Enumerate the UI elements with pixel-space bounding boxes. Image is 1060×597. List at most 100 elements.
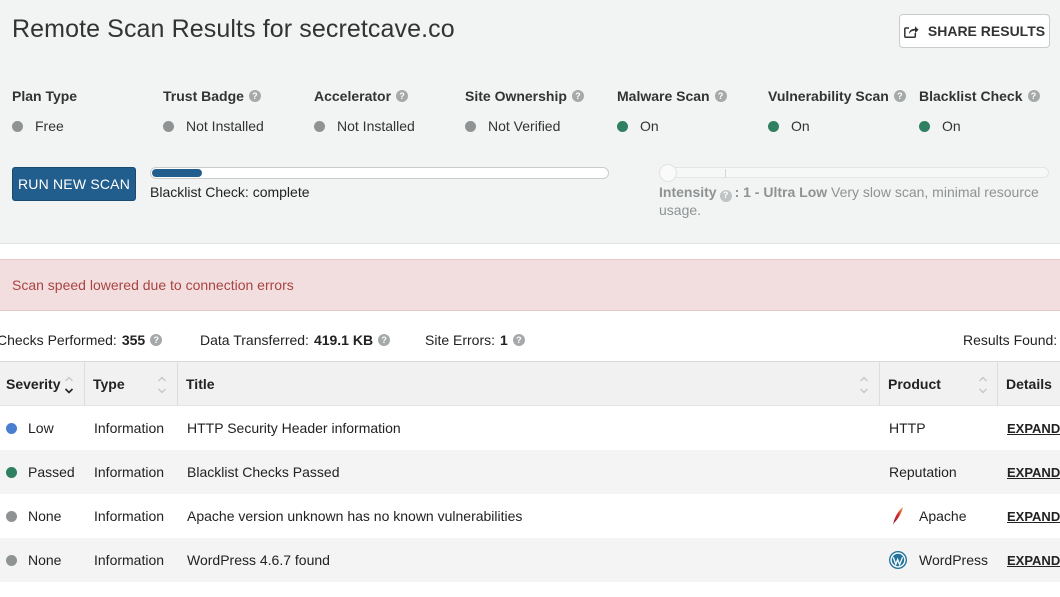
scan-summary-bar: Checks Performed: 355? Data Transferred: 4… [0, 332, 1060, 350]
data-label: Data Transferred: [200, 332, 309, 348]
status-dot [919, 120, 930, 132]
table-row: Passed Information Blacklist Checks Pass… [0, 450, 1060, 494]
title-cell: WordPress 4.6.7 found [187, 552, 330, 568]
share-results-button[interactable]: SHARE RESULTS [899, 14, 1050, 48]
intensity-slider[interactable] [659, 164, 1049, 182]
table-header: Severity Type Title Product Details [0, 361, 1060, 406]
column-header-title[interactable]: Title [178, 362, 880, 406]
table-row: None Information Apache version unknown … [0, 494, 1060, 538]
stat-vulnerability-scan: Vulnerability Scan? On [768, 88, 918, 134]
severity-dot [6, 554, 17, 566]
expand-link[interactable]: EXPAND [1007, 553, 1060, 568]
help-icon[interactable]: ? [378, 334, 391, 346]
scan-settings-row: Plan Type Free Trust Badge? Not Installe… [12, 88, 1052, 138]
scan-progress-fill [152, 169, 202, 177]
column-header-type[interactable]: Type [85, 362, 178, 406]
title-cell: Apache version unknown has no known vuln… [187, 508, 523, 524]
details-header-label: Details [1006, 376, 1052, 392]
run-new-scan-button[interactable]: RUN NEW SCAN [12, 167, 136, 201]
stat-label: Accelerator [314, 88, 392, 104]
type-cell: Information [94, 552, 165, 568]
stat-value: On [640, 118, 659, 134]
intensity-slider-handle[interactable] [659, 164, 677, 182]
stat-label: Blacklist Check [919, 88, 1023, 104]
stat-value: On [791, 118, 810, 134]
help-icon[interactable]: ? [150, 334, 163, 346]
severity-label: Passed [28, 464, 75, 480]
severity-dot [6, 510, 17, 522]
status-dot [465, 120, 476, 132]
checks-label: Checks Performed: [0, 332, 117, 348]
help-icon[interactable]: ? [396, 90, 409, 102]
stat-value: On [942, 118, 961, 134]
column-header-details: Details [998, 362, 1060, 406]
product-cell: WordPress [889, 538, 988, 582]
stat-site-ownership: Site Ownership? Not Verified [465, 88, 615, 134]
severity-dot [6, 466, 17, 478]
expand-link[interactable]: EXPAND [1007, 509, 1060, 524]
alert-message: Scan speed lowered due to connection err… [12, 277, 294, 293]
column-header-product[interactable]: Product [880, 362, 998, 406]
stat-value: Free [35, 118, 64, 134]
intensity-label: Intensity [659, 184, 717, 200]
apache-feather-icon [889, 507, 907, 525]
severity-label: Low [28, 420, 54, 436]
help-icon[interactable]: ? [719, 189, 732, 202]
stat-value: Not Installed [186, 118, 264, 134]
results-label: Results Found: [963, 332, 1058, 348]
help-icon[interactable]: ? [571, 90, 584, 102]
connection-error-alert: Scan speed lowered due to connection err… [0, 259, 1060, 311]
stat-trust-badge: Trust Badge? Not Installed [163, 88, 313, 134]
stat-label: Vulnerability Scan [768, 88, 889, 104]
scan-progress-text: Blacklist Check: complete [150, 184, 310, 200]
help-icon[interactable]: ? [1027, 90, 1040, 102]
stat-label: Trust Badge [163, 88, 244, 104]
severity-header-label: Severity [6, 376, 61, 392]
stat-value: Not Installed [337, 118, 415, 134]
severity-cell: None [6, 538, 61, 582]
stat-label: Malware Scan [617, 88, 710, 104]
expand-link[interactable]: EXPAND [1007, 421, 1060, 436]
table-row: Low Information HTTP Security Header inf… [0, 406, 1060, 450]
stat-accelerator: Accelerator? Not Installed [314, 88, 464, 134]
title-header-label: Title [186, 376, 215, 392]
stat-value: Not Verified [488, 118, 561, 134]
type-cell: Information [94, 508, 165, 524]
help-icon[interactable]: ? [893, 90, 906, 102]
stat-plan-type: Plan Type Free [12, 88, 162, 134]
severity-cell: None [6, 494, 61, 538]
severity-label: None [28, 508, 62, 524]
title-cell: Blacklist Checks Passed [187, 464, 340, 480]
product-cell: HTTP [889, 420, 926, 436]
product-cell: Reputation [889, 464, 957, 480]
sort-descending-icon[interactable] [64, 374, 74, 396]
product-cell: Apache [889, 494, 966, 538]
intensity-description: Intensity?: 1 - Ultra Low Very slow scan… [659, 184, 1054, 219]
status-dot [314, 120, 325, 132]
share-icon [903, 25, 919, 38]
data-transferred: Data Transferred: 419.1 KB? [200, 332, 391, 348]
status-dot [163, 120, 174, 132]
data-value: 419.1 KB [313, 332, 374, 348]
slider-tick [725, 169, 726, 177]
sort-icon[interactable] [859, 374, 869, 396]
site-errors: Site Errors: 1? [425, 332, 525, 348]
sort-icon[interactable] [978, 374, 988, 396]
severity-label: None [28, 552, 62, 568]
help-icon[interactable]: ? [714, 90, 727, 102]
share-results-label: SHARE RESULTS [927, 23, 1046, 39]
stat-label: Site Ownership [465, 88, 567, 104]
intensity-level: : 1 - Ultra Low [734, 184, 828, 200]
sort-icon[interactable] [157, 374, 167, 396]
help-icon[interactable]: ? [512, 334, 525, 346]
results-found: Results Found: [963, 332, 1057, 348]
table-row: None Information WordPress 4.6.7 found W… [0, 538, 1060, 582]
column-header-severity[interactable]: Severity [0, 362, 85, 406]
type-cell: Information [94, 464, 165, 480]
expand-link[interactable]: EXPAND [1007, 465, 1060, 480]
severity-cell: Passed [6, 450, 75, 494]
stat-malware-scan: Malware Scan? On [617, 88, 767, 134]
status-dot [768, 120, 779, 132]
help-icon[interactable]: ? [248, 90, 261, 102]
stat-label: Plan Type [12, 88, 78, 104]
